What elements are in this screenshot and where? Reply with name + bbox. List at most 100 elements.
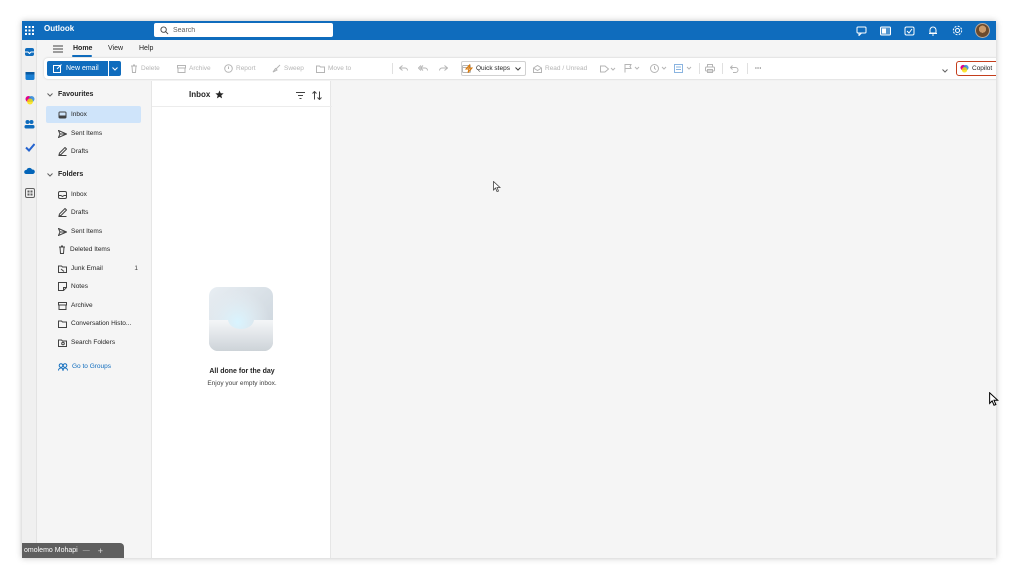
inbox-icon	[58, 111, 67, 118]
to-do-icon[interactable]	[903, 25, 915, 37]
tab-view[interactable]: View	[108, 45, 123, 52]
archive-label: Archive	[189, 65, 211, 72]
folder-conversation-history[interactable]: Conversation Histo...	[46, 315, 141, 332]
undo-icon[interactable]	[730, 62, 742, 75]
tab-help[interactable]: Help	[139, 45, 153, 52]
groups-icon	[58, 362, 68, 371]
ribbon-toolbar: New email Delete Archive Report Sweep Mo…	[44, 58, 996, 79]
sort-icon[interactable]	[312, 91, 322, 100]
favourites-header[interactable]: Favourites	[47, 91, 93, 98]
avatar[interactable]	[975, 23, 990, 38]
filter-icon[interactable]	[296, 92, 305, 99]
archive-button[interactable]: Archive	[177, 62, 211, 75]
active-tab-indicator	[72, 55, 92, 57]
folders-header[interactable]: Folders	[47, 171, 83, 178]
reading-pane	[332, 81, 996, 558]
read-unread-label: Read / Unread	[545, 65, 588, 72]
rules-icon[interactable]	[674, 62, 695, 75]
copilot-icon[interactable]	[23, 93, 36, 106]
send-icon	[58, 227, 67, 236]
search-input[interactable]	[173, 26, 323, 34]
reply-all-icon[interactable]	[418, 62, 431, 75]
toolbar-separator	[392, 63, 393, 74]
junk-icon	[58, 265, 67, 273]
plus-icon[interactable]: +	[98, 546, 103, 556]
mail-icon[interactable]	[23, 45, 36, 58]
tab-home[interactable]: Home	[73, 45, 92, 52]
print-icon[interactable]	[705, 62, 718, 75]
teams-icon[interactable]	[879, 25, 891, 37]
lightning-icon	[465, 64, 473, 73]
meet-now-icon[interactable]	[855, 25, 867, 37]
report-button[interactable]: Report	[224, 62, 256, 75]
folder-notes[interactable]: Notes	[46, 278, 141, 295]
forward-icon[interactable]	[439, 62, 451, 75]
folder-search-folders[interactable]: Search Folders	[46, 334, 141, 351]
quick-steps-button[interactable]: Quick steps	[461, 61, 526, 76]
todo-check-icon[interactable]	[23, 140, 36, 153]
clock-icon[interactable]	[650, 62, 670, 75]
empty-state-title: All done for the day	[209, 368, 275, 375]
inbox-icon	[58, 190, 67, 199]
people-icon[interactable]	[23, 117, 36, 130]
compose-icon	[53, 64, 62, 73]
app-title[interactable]: Outlook	[44, 24, 74, 33]
chevron-down-icon	[47, 172, 53, 177]
folder-label: Search Folders	[71, 339, 116, 346]
folder-deleted-items[interactable]: Deleted Items	[46, 241, 141, 258]
go-to-groups-link[interactable]: Go to Groups	[46, 358, 141, 375]
ribbon-collapse-icon[interactable]	[942, 64, 951, 77]
new-email-button[interactable]: New email	[47, 61, 108, 76]
apps-icon[interactable]	[23, 186, 36, 199]
copilot-button[interactable]: Copilot	[956, 61, 996, 76]
mouse-cursor-icon	[989, 392, 999, 406]
folder-move-icon	[316, 65, 325, 73]
folder-label: Notes	[71, 283, 88, 290]
move-to-button[interactable]: Move to	[316, 62, 351, 75]
sweep-button[interactable]: Sweep	[272, 62, 304, 75]
trash-icon	[59, 245, 65, 254]
onedrive-icon[interactable]	[23, 164, 36, 177]
folder-archive[interactable]: Archive	[46, 297, 141, 314]
folder-drafts[interactable]: Drafts	[46, 204, 141, 221]
folder-icon	[58, 320, 67, 328]
new-email-label: New email	[66, 65, 99, 72]
taskbar-tab[interactable]: omolemo Mohapi — +	[22, 543, 124, 558]
pencil-icon	[58, 208, 67, 217]
read-unread-button[interactable]: Read / Unread	[533, 62, 587, 75]
calendar-icon[interactable]	[23, 69, 36, 82]
folder-label: Deleted Items	[70, 246, 111, 253]
favourite-label: Inbox	[71, 111, 87, 118]
taskbar-label: omolemo Mohapi	[24, 547, 78, 554]
favourite-sent-items[interactable]: Sent Items	[46, 125, 141, 142]
send-icon	[58, 129, 67, 138]
app-launcher-icon[interactable]	[22, 21, 36, 40]
gear-icon[interactable]	[951, 25, 963, 37]
hamburger-icon[interactable]	[53, 45, 63, 53]
delete-button[interactable]: Delete	[130, 62, 160, 75]
favourite-drafts[interactable]: Drafts	[46, 143, 141, 160]
more-options-button[interactable]: ···	[755, 62, 762, 75]
favourite-inbox[interactable]: Inbox	[46, 106, 141, 123]
folder-junk-email[interactable]: Junk Email 1	[46, 260, 141, 277]
folder-label: Inbox	[71, 191, 87, 198]
unread-count: 1	[134, 265, 138, 272]
archive-icon	[58, 301, 67, 310]
note-icon	[58, 282, 67, 291]
sweep-label: Sweep	[284, 65, 304, 72]
folder-sent-items[interactable]: Sent Items	[46, 223, 141, 240]
search-box[interactable]	[154, 23, 333, 37]
tag-icon[interactable]	[600, 62, 619, 75]
chevron-down-icon	[112, 66, 118, 71]
reply-icon[interactable]	[399, 62, 411, 75]
flag-icon[interactable]	[624, 62, 643, 75]
star-icon[interactable]	[215, 90, 224, 99]
taskbar-divider: —	[82, 547, 90, 554]
new-email-dropdown[interactable]	[109, 61, 121, 76]
bell-icon[interactable]	[927, 25, 939, 37]
message-list-title[interactable]: Inbox	[189, 90, 224, 99]
folder-inbox[interactable]: Inbox	[46, 186, 141, 203]
shield-icon	[224, 64, 233, 73]
copilot-label: Copilot	[972, 65, 993, 72]
toolbar-separator	[747, 63, 748, 74]
